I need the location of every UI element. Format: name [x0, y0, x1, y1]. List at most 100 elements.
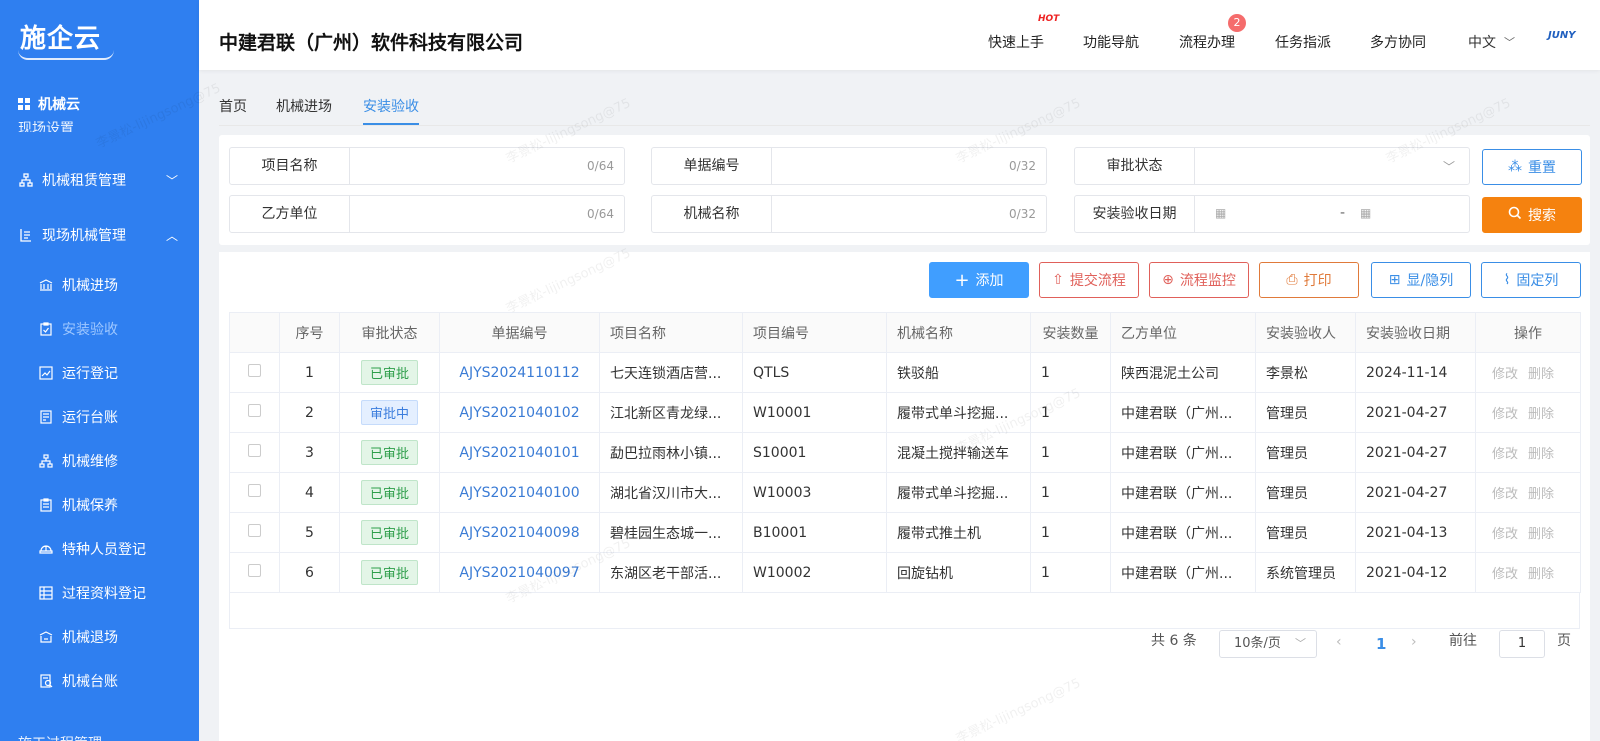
delete-button[interactable]: 删除	[1528, 567, 1554, 582]
row-checkbox[interactable]	[248, 444, 261, 457]
cell-project-no: B10001	[742, 512, 887, 553]
nav-collaboration[interactable]: 多方协同	[1370, 32, 1426, 52]
reset-button[interactable]: ⁂ 重置	[1482, 149, 1582, 185]
sidebar-group-partial[interactable]: 施工过程管理	[18, 733, 102, 741]
row-checkbox[interactable]	[248, 364, 261, 377]
sidebar-item-partial[interactable]: 现场设置	[18, 118, 74, 132]
cell-date: 2021-04-13	[1355, 512, 1476, 553]
column-header: 安装验收日期	[1355, 312, 1476, 353]
machine-name-input[interactable]	[772, 196, 1046, 232]
cell-party: 中建君联（广州...	[1110, 552, 1256, 593]
flow-monitor-button[interactable]: ⊕ 流程监控	[1149, 262, 1249, 298]
filter-status: 审批状态 ﹀	[1074, 147, 1470, 185]
tab-machine-entry[interactable]: 机械进场	[276, 96, 332, 116]
row-checkbox[interactable]	[248, 484, 261, 497]
edit-button[interactable]: 修改	[1492, 567, 1518, 582]
cell-project-no: QTLS	[742, 352, 887, 393]
acceptance-table: 序号 审批状态 单据编号 项目名称 项目编号 机械名称 安装数量 乙方单位 安装…	[229, 312, 1581, 593]
doc-no-link[interactable]: AJYS2021040101	[459, 445, 579, 461]
add-button[interactable]: + 添加	[929, 262, 1029, 298]
date-range-picker[interactable]: ▦ - ▦	[1195, 196, 1469, 232]
table-row: 5 已审批 AJYS2021040098 碧桂园生态城一... B10001 履带式推土机…	[229, 512, 1581, 553]
prev-page-button[interactable]: ‹	[1336, 634, 1342, 650]
sidebar-item-exit[interactable]: 机械退场	[38, 627, 188, 647]
notification-badge: 2	[1228, 14, 1246, 32]
edit-button[interactable]: 修改	[1492, 367, 1518, 382]
goto-page-input[interactable]: 1	[1499, 630, 1545, 658]
chevron-up-icon: ︿	[165, 228, 178, 243]
cell-doc-no: AJYS2024110112	[439, 352, 600, 393]
sidebar-item-run-register[interactable]: 运行登记	[38, 363, 188, 383]
edit-button[interactable]: 修改	[1492, 407, 1518, 422]
print-button[interactable]: ⎙ 打印	[1259, 262, 1359, 298]
filter-machine-name: 机械名称 0/32	[651, 195, 1047, 233]
cell-project-no: S10001	[742, 432, 887, 473]
cell-no: 3	[279, 432, 340, 473]
sidebar-item-maintenance[interactable]: 机械保养	[38, 495, 188, 515]
target-icon: ⊕	[1162, 272, 1174, 288]
document-icon	[38, 497, 54, 513]
doc-no-link[interactable]: AJYS2021040097	[459, 565, 579, 581]
search-button[interactable]: 搜索	[1482, 197, 1582, 233]
sidebar-item-install-acceptance[interactable]: 安装验收	[38, 319, 188, 339]
party-b-input[interactable]	[350, 196, 624, 232]
cell-no: 4	[279, 472, 340, 513]
logo-swoosh	[18, 50, 114, 60]
row-checkbox[interactable]	[248, 404, 261, 417]
submit-flow-button[interactable]: ⇧ 提交流程	[1039, 262, 1139, 298]
sidebar-item-run-ledger[interactable]: 运行台账	[38, 407, 188, 427]
project-name-input[interactable]	[350, 148, 624, 184]
page-size-select[interactable]: 10条/页 ﹀	[1219, 630, 1317, 658]
nav-task-assign[interactable]: 任务指派	[1275, 32, 1331, 52]
cell-qty: 1	[1030, 352, 1111, 393]
page-number-current[interactable]: 1	[1376, 635, 1386, 653]
sidebar-group-site[interactable]: 现场机械管理 ︿	[18, 225, 178, 245]
delete-button[interactable]: 删除	[1528, 527, 1554, 542]
cell-actions: 修改 删除	[1475, 512, 1581, 553]
delete-button[interactable]: 删除	[1528, 487, 1554, 502]
chevron-down-icon: ﹀	[1295, 637, 1306, 650]
edit-button[interactable]: 修改	[1492, 527, 1518, 542]
edit-button[interactable]: 修改	[1492, 447, 1518, 462]
nav-quick-start[interactable]: 快速上手	[988, 32, 1044, 52]
filter-party-b: 乙方单位 0/64	[229, 195, 625, 233]
delete-button[interactable]: 删除	[1528, 407, 1554, 422]
doc-no-input[interactable]	[772, 148, 1046, 184]
doc-no-link[interactable]: AJYS2021040102	[459, 405, 579, 421]
sidebar-item-special-staff[interactable]: 特种人员登记	[38, 539, 188, 559]
doc-no-link[interactable]: AJYS2024110112	[459, 365, 579, 381]
row-checkbox-cell	[229, 472, 280, 513]
exit-icon	[38, 629, 54, 645]
doc-no-link[interactable]: AJYS2021040098	[459, 525, 579, 541]
row-checkbox[interactable]	[248, 564, 261, 577]
delete-button[interactable]: 删除	[1528, 367, 1554, 382]
cell-project-no: W10001	[742, 392, 887, 433]
tab-install-acceptance[interactable]: 安装验收	[363, 96, 419, 125]
sidebar-cloud-title[interactable]: 机械云	[18, 94, 80, 114]
fix-columns-button[interactable]: ⌇ 固定列	[1481, 262, 1581, 298]
cell-person: 管理员	[1255, 392, 1356, 433]
nav-process-handling[interactable]: 流程办理	[1179, 32, 1235, 52]
row-checkbox[interactable]	[248, 524, 261, 537]
sidebar-item-machine-ledger[interactable]: 机械台账	[38, 671, 188, 691]
nav-function-guide[interactable]: 功能导航	[1083, 32, 1139, 52]
edit-button[interactable]: 修改	[1492, 487, 1518, 502]
delete-button[interactable]: 删除	[1528, 447, 1554, 462]
doc-no-link[interactable]: AJYS2021040100	[459, 485, 579, 501]
cell-actions: 修改 删除	[1475, 552, 1581, 593]
sidebar-item-repair[interactable]: 机械维修	[38, 451, 188, 471]
language-switch[interactable]: 中文 ﹀	[1468, 32, 1515, 52]
column-header: 项目编号	[742, 312, 887, 353]
column-header: 单据编号	[439, 312, 600, 353]
sidebar: 施企云 机械云 现场设置 机械租赁管理 ﹀ 现场机械管理 ︿ 机械进场 安装验收…	[0, 0, 199, 741]
sidebar-item-process-docs[interactable]: 过程资料登记	[38, 583, 188, 603]
cell-status: 已审批	[339, 552, 440, 593]
tab-home[interactable]: 首页	[219, 96, 247, 116]
cell-qty: 1	[1030, 552, 1111, 593]
sidebar-group-rental[interactable]: 机械租赁管理 ﹀	[18, 170, 178, 190]
sidebar-item-machine-entry[interactable]: 机械进场	[38, 275, 188, 295]
column-header: 安装验收人	[1255, 312, 1356, 353]
next-page-button[interactable]: ›	[1411, 634, 1417, 650]
status-select[interactable]: ﹀	[1195, 148, 1469, 184]
toggle-columns-button[interactable]: ⊞ 显/隐列	[1371, 262, 1471, 298]
